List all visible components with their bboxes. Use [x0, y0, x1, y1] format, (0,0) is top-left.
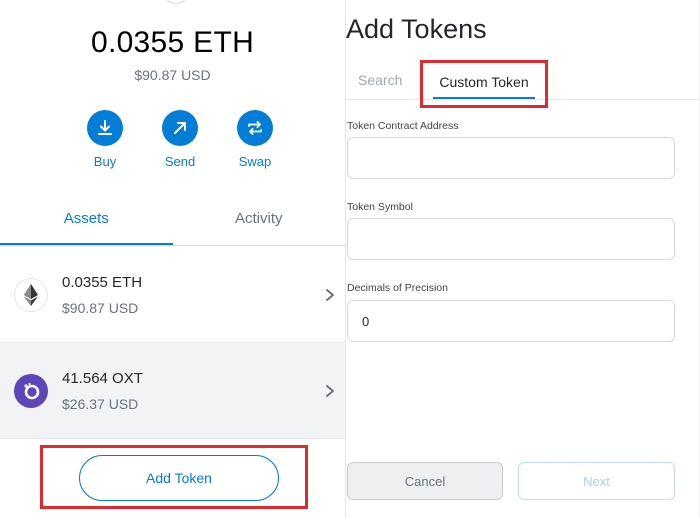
contract-address-label: Token Contract Address: [347, 120, 459, 132]
arrow-up-right-icon: [162, 110, 198, 146]
token-symbol-label: Token Symbol: [347, 201, 413, 213]
wallet-tabs: Assets Activity: [0, 196, 345, 246]
send-button[interactable]: Send: [155, 110, 205, 169]
balance-usd: $90.87 USD: [134, 67, 211, 83]
chevron-right-icon: [315, 288, 345, 302]
custom-token-highlight: Custom Token: [420, 60, 548, 108]
contract-address-input[interactable]: [347, 137, 675, 179]
asset-info: 41.564 OXT $26.37 USD: [62, 370, 315, 412]
swap-icon: [237, 110, 273, 146]
download-icon: [87, 110, 123, 146]
buy-button[interactable]: Buy: [80, 110, 130, 169]
tab-search[interactable]: Search: [358, 72, 402, 88]
add-tokens-panel: Add Tokens Search Custom Token Token Con…: [346, 0, 700, 518]
tab-assets[interactable]: Assets: [0, 196, 173, 245]
tab-activity[interactable]: Activity: [173, 196, 346, 245]
asset-amount: 0.0355 ETH: [62, 273, 143, 291]
buy-label: Buy: [93, 154, 117, 169]
asset-row-eth[interactable]: 0.0355 ETH $90.87 USD: [0, 247, 345, 343]
wallet-panel: 0.0355 ETH $90.87 USD Buy Send Swap Asse…: [0, 0, 345, 518]
add-token-button[interactable]: Add Token: [79, 455, 279, 501]
asset-amount: 41.564 OXT: [62, 369, 143, 387]
add-tokens-tabs: Search Custom Token: [346, 60, 700, 108]
page-title: Add Tokens: [346, 14, 487, 44]
orchid-icon: [14, 373, 48, 408]
decimals-input[interactable]: [347, 300, 675, 342]
wallet-actions: Buy Send Swap: [80, 110, 280, 169]
decimals-label: Decimals of Precision: [347, 282, 448, 294]
send-label: Send: [164, 154, 196, 169]
asset-usd: $90.87 USD: [62, 299, 139, 316]
asset-row-oxt[interactable]: 41.564 OXT $26.37 USD: [0, 343, 345, 439]
tab-custom-token[interactable]: Custom Token: [433, 72, 535, 99]
swap-button[interactable]: Swap: [230, 110, 280, 169]
swap-label: Swap: [238, 154, 272, 169]
cancel-button[interactable]: Cancel: [347, 462, 503, 500]
add-token-highlight: Add Token: [40, 445, 308, 509]
next-button[interactable]: Next: [518, 462, 675, 500]
form-footer: Cancel Next: [346, 462, 700, 500]
token-symbol-input[interactable]: [347, 218, 675, 260]
account-avatar[interactable]: [165, 0, 187, 4]
asset-info: 0.0355 ETH $90.87 USD: [62, 274, 315, 316]
balance-amount: 0.0355 ETH: [90, 26, 255, 59]
ethereum-icon: [14, 277, 48, 312]
asset-usd: $26.37 USD: [62, 395, 139, 412]
chevron-right-icon: [315, 384, 345, 398]
